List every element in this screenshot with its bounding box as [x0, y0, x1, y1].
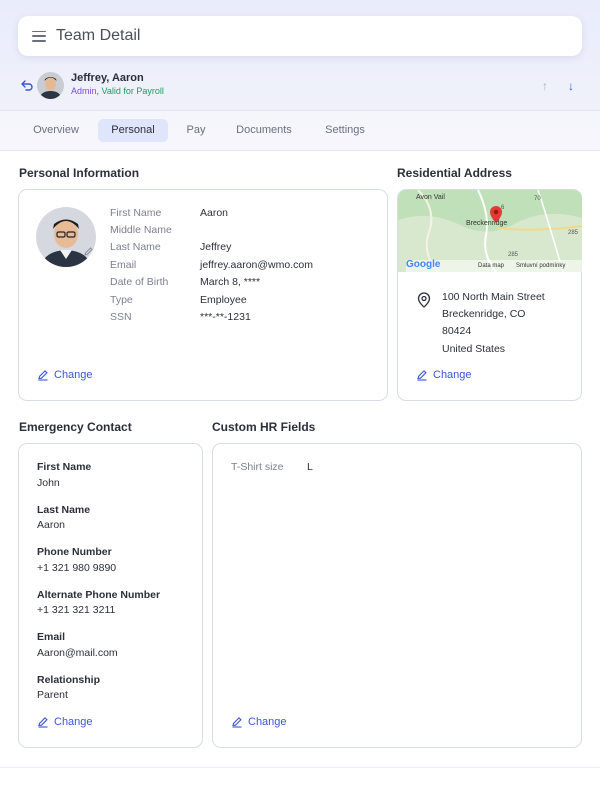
- address-title: Residential Address: [397, 166, 512, 180]
- emergency-contact-title: Emergency Contact: [19, 420, 132, 434]
- map-label-avon-vail: Avon Vail: [416, 194, 445, 201]
- map-road-70: 70: [534, 196, 541, 202]
- emergency-contact-card: First Name John Last Name Aaron Phone Nu…: [18, 443, 203, 748]
- ec-alt-phone-value: +1 321 321 3211: [37, 604, 116, 616]
- user-role: Admin: [71, 86, 97, 96]
- payroll-status: Valid for Payroll: [101, 86, 164, 96]
- hr-fields-title: Custom HR Fields: [212, 420, 316, 434]
- personal-info-card: First Name Aaron Middle Name Last Name J…: [18, 189, 388, 401]
- map-terms-label: Smluvní podmínky: [516, 263, 566, 269]
- address-map[interactable]: Avon Vail Breckenridge 6 70 285 285 Goog…: [398, 190, 582, 272]
- map-data-label: Data map: [478, 263, 505, 269]
- tab-pay[interactable]: Pay: [176, 119, 216, 142]
- map-road-285-east: 285: [568, 230, 579, 236]
- back-arrow-icon[interactable]: [20, 78, 34, 92]
- tshirt-size-value: L: [307, 461, 313, 473]
- pencil-icon: [38, 370, 48, 381]
- ec-first-name-value: John: [37, 477, 60, 489]
- address-card: Avon Vail Breckenridge 6 70 285 285 Goog…: [397, 189, 582, 401]
- emergency-change-label: Change: [54, 716, 93, 728]
- last-name-value: Jeffrey: [200, 241, 232, 253]
- user-status: Admin, Valid for Payroll: [71, 86, 164, 96]
- profile-avatar: [36, 207, 96, 267]
- ssn-label: SSN: [110, 311, 132, 323]
- top-bar: Team Detail: [18, 16, 582, 56]
- previous-arrow-icon[interactable]: ↑: [542, 79, 548, 93]
- email-value: jeffrey.aaron@wmo.com: [200, 259, 313, 271]
- user-name: Jeffrey, Aaron: [71, 72, 144, 84]
- emergency-change-button[interactable]: Change: [37, 716, 93, 728]
- ec-last-name-label: Last Name: [37, 504, 91, 516]
- address-street: 100 North Main Street: [442, 291, 545, 303]
- dob-label: Date of Birth: [110, 276, 169, 288]
- hr-fields-card: T-Shirt size L Change: [212, 443, 582, 748]
- ec-relationship-label: Relationship: [37, 674, 101, 686]
- ssn-value: ***-**-1231: [200, 311, 251, 323]
- pencil-icon: [232, 717, 242, 728]
- pencil-icon: [38, 717, 48, 728]
- hr-change-label: Change: [248, 716, 287, 728]
- middle-name-label: Middle Name: [110, 224, 172, 236]
- ec-first-name-label: First Name: [37, 461, 92, 473]
- first-name-value: Aaron: [200, 207, 229, 219]
- ec-email-label: Email: [37, 631, 66, 643]
- address-zip: 80424: [442, 325, 472, 337]
- content-panel: Personal Information First Name Aaron Mi…: [0, 150, 600, 767]
- tshirt-size-label: T-Shirt size: [231, 461, 284, 473]
- last-name-label: Last Name: [110, 241, 161, 253]
- tab-documents[interactable]: Documents: [224, 119, 304, 142]
- ec-phone-label: Phone Number: [37, 546, 112, 558]
- address-country: United States: [442, 343, 506, 355]
- ec-relationship-value: Parent: [37, 689, 68, 701]
- user-avatar: [37, 72, 64, 99]
- personal-change-label: Change: [54, 369, 93, 381]
- address-city: Breckenridge, CO: [442, 308, 526, 320]
- map-road-6: 6: [501, 205, 505, 211]
- edit-photo-icon[interactable]: [83, 246, 94, 257]
- user-bar: Jeffrey, Aaron Admin, Valid for Payroll …: [0, 66, 600, 106]
- dob-value: March 8, ****: [200, 276, 261, 288]
- ec-email-value: Aaron@mail.com: [37, 647, 118, 659]
- personal-info-title: Personal Information: [19, 166, 140, 180]
- personal-change-button[interactable]: Change: [37, 369, 93, 381]
- ec-alt-phone-label: Alternate Phone Number: [37, 589, 161, 601]
- map-road-285-south: 285: [508, 252, 519, 258]
- type-value: Employee: [200, 294, 247, 306]
- tab-overview[interactable]: Overview: [20, 119, 92, 142]
- type-label: Type: [110, 294, 133, 306]
- tab-settings[interactable]: Settings: [312, 119, 378, 142]
- page-title: Team Detail: [56, 27, 141, 44]
- address-change-label: Change: [433, 369, 472, 381]
- email-label: Email: [110, 259, 137, 271]
- address-change-button[interactable]: Change: [416, 369, 472, 381]
- hamburger-menu-icon[interactable]: [32, 30, 46, 42]
- pencil-icon: [417, 370, 427, 381]
- ec-phone-value: +1 321 980 9890: [37, 562, 117, 574]
- bottom-strip: [0, 767, 600, 800]
- map-google-logo: Google: [406, 259, 441, 270]
- ec-last-name-value: Aaron: [37, 519, 66, 531]
- first-name-label: First Name: [110, 207, 162, 219]
- location-pin-icon: [417, 292, 431, 308]
- tab-personal[interactable]: Personal: [98, 119, 168, 142]
- map-label-breckenridge: Breckenridge: [466, 220, 508, 227]
- next-arrow-icon[interactable]: ↓: [568, 79, 574, 93]
- hr-change-button[interactable]: Change: [231, 716, 287, 728]
- tab-bar: Overview Personal Pay Documents Settings: [0, 110, 600, 150]
